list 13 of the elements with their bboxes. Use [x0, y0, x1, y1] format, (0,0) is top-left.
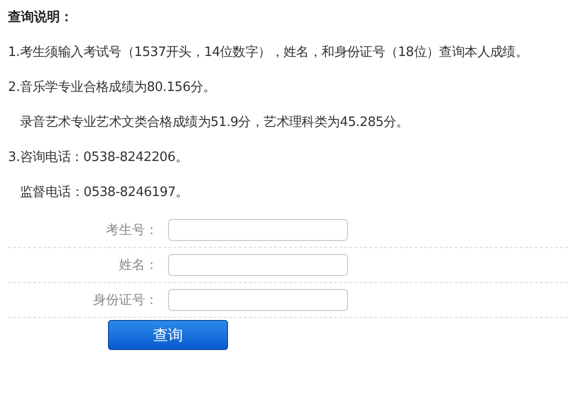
input-field[interactable] [168, 254, 348, 276]
field-label: 姓名： [118, 257, 159, 274]
instruction-line: 1.考生须输入考试号（1537开头，14位数字），姓名，和身份证号（18位）查询本人成绩。 [8, 44, 530, 62]
input-field[interactable] [168, 289, 348, 311]
instruction-line: 监督电话：0538-8246197。 [19, 184, 190, 202]
query-button[interactable]: 查询 [108, 320, 228, 350]
input-field[interactable] [168, 219, 348, 241]
field-label: 考生号： [105, 222, 159, 239]
instructions-heading: 查询说明： [8, 9, 74, 27]
instruction-line: 3.咨询电话：0538-8242206。 [8, 149, 190, 167]
field-label: 身份证号： [92, 292, 159, 309]
instruction-line: 录音艺术专业艺术文类合格成绩为51.9分，艺术理科类为45.285分。 [19, 114, 410, 132]
instruction-line: 2.音乐学专业合格成绩为80.156分。 [8, 79, 217, 97]
